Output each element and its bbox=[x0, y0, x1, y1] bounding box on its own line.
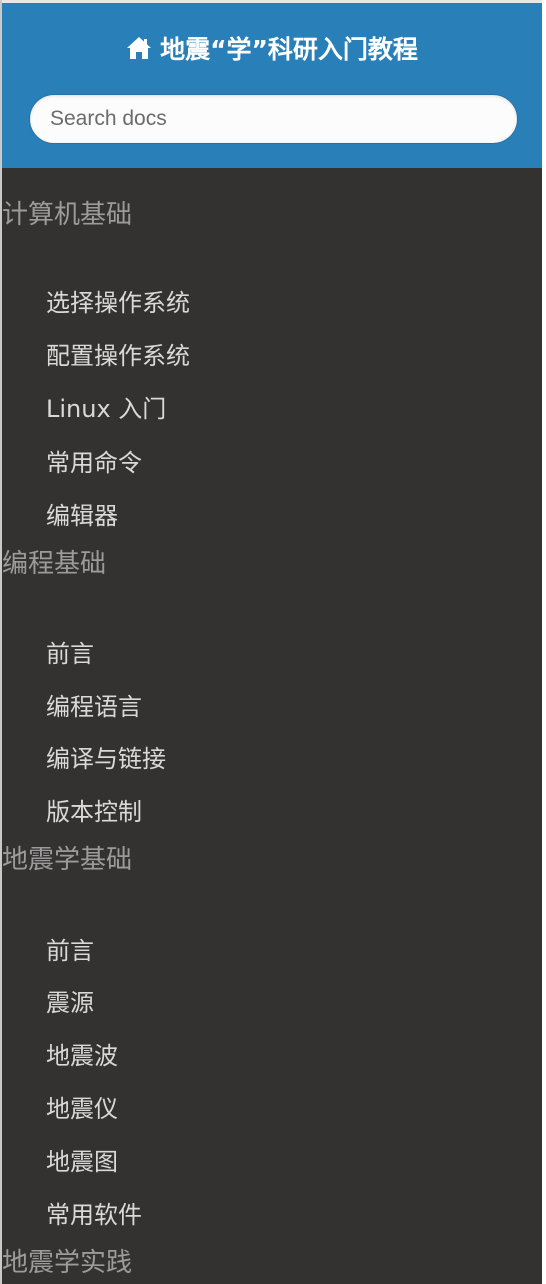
nav-item-link[interactable]: 选择操作系统 bbox=[46, 286, 190, 320]
nav-item-link[interactable]: 编程语言 bbox=[46, 690, 142, 724]
nav-item-link[interactable]: 地震仪 bbox=[46, 1092, 118, 1126]
nav-item-link[interactable]: 编辑器 bbox=[46, 499, 118, 533]
site-title: 地震“学”科研入门教程 bbox=[160, 35, 418, 64]
home-icon bbox=[127, 37, 152, 59]
nav-caption: 地震学基础 bbox=[2, 845, 133, 875]
nav-item-link[interactable]: 版本控制 bbox=[46, 795, 142, 829]
nav-caption: 地震学实践 bbox=[2, 1248, 133, 1278]
nav-item-link[interactable]: 常用命令 bbox=[46, 446, 142, 480]
nav-item-link[interactable]: 前言 bbox=[46, 637, 94, 671]
sidebar-header: 地震“学”科研入门教程 bbox=[2, 0, 542, 168]
nav-item-link[interactable]: 编译与链接 bbox=[46, 742, 166, 776]
nav-caption: 编程基础 bbox=[2, 549, 107, 579]
nav-item-link[interactable]: 震源 bbox=[46, 986, 94, 1020]
nav-caption: 计算机基础 bbox=[2, 200, 133, 230]
top-border bbox=[2, 0, 542, 3]
home-link[interactable]: 地震“学”科研入门教程 bbox=[2, 30, 542, 66]
search-input[interactable] bbox=[29, 94, 518, 144]
docs-sidebar: 地震“学”科研入门教程 计算机基础 选择操作系统 配置操作系统 Linux 入门… bbox=[0, 0, 546, 1284]
nav-item-link[interactable]: 地震波 bbox=[46, 1039, 118, 1073]
nav-item-link[interactable]: 常用软件 bbox=[46, 1198, 142, 1232]
nav-item-link[interactable]: Linux 入门 bbox=[46, 392, 166, 426]
nav-item-link[interactable]: 前言 bbox=[46, 934, 94, 968]
nav-item-link[interactable]: 地震图 bbox=[46, 1145, 118, 1179]
nav-item-link[interactable]: 配置操作系统 bbox=[46, 339, 190, 373]
search-box bbox=[29, 94, 518, 144]
